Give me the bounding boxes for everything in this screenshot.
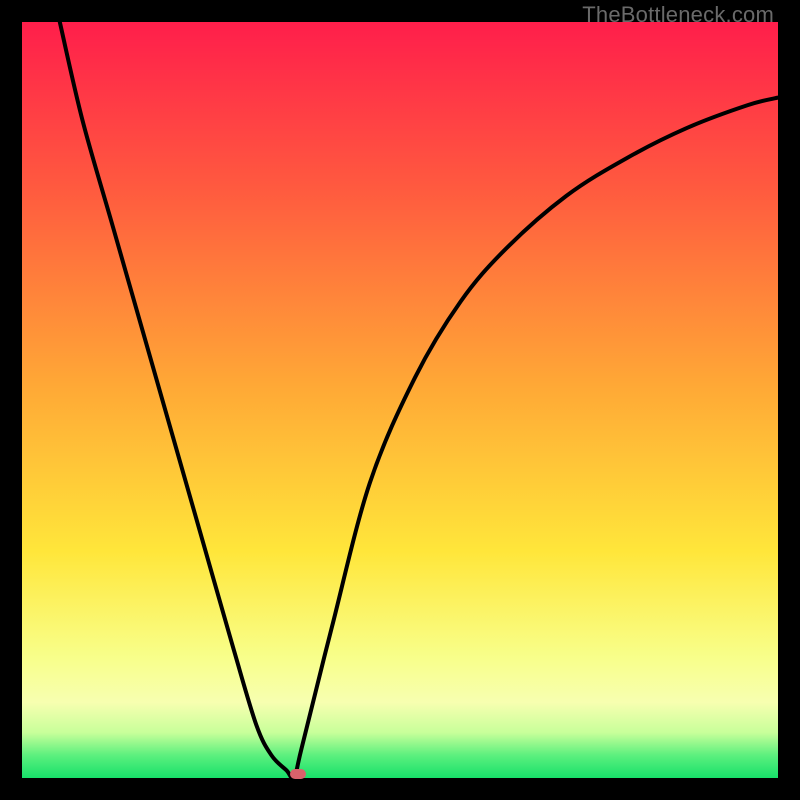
watermark-text: TheBottleneck.com [582,2,774,28]
optimum-marker [290,769,306,779]
bottleneck-curve [60,22,778,779]
curve-svg [22,22,778,778]
plot-frame [22,22,778,778]
